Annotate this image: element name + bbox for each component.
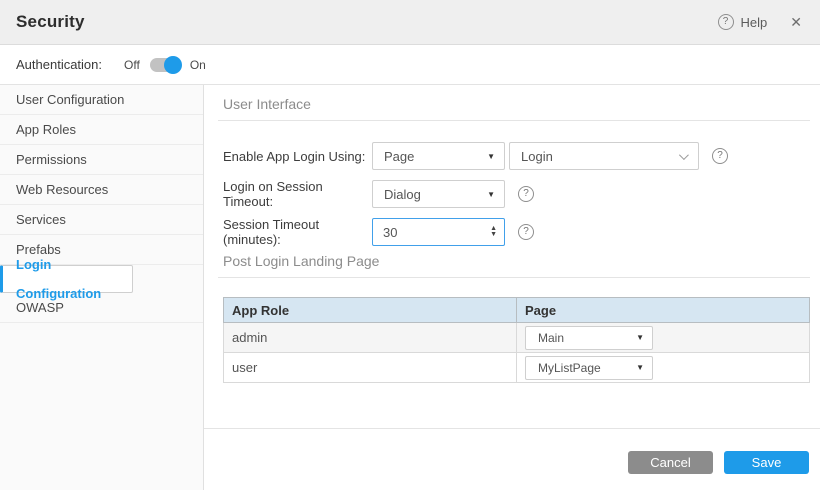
body: User Configuration App Roles Permissions… (0, 85, 820, 490)
field-row-session-timeout-login: Login on Session Timeout: Dialog ▼ ? (223, 180, 810, 208)
session-timeout-minutes-field: ▲ ▼ (372, 218, 505, 246)
section-title-post-login: Post Login Landing Page (223, 253, 810, 269)
dropdown-arrow-icon: ▼ (636, 333, 644, 342)
authentication-bar: Authentication: Off On (0, 45, 820, 85)
app-role-cell: user (224, 353, 517, 383)
app-login-type-select[interactable]: Page ▼ (372, 142, 505, 170)
sidebar-item-login-configuration[interactable]: Login Configuration (0, 265, 133, 293)
app-login-type-value: Page (384, 149, 414, 164)
sidebar: User Configuration App Roles Permissions… (0, 85, 204, 490)
number-stepper[interactable]: ▲ ▼ (490, 226, 497, 238)
table-row: admin Main ▼ (224, 323, 810, 353)
column-header-page: Page (517, 298, 810, 323)
help-icon[interactable]: ? (518, 224, 534, 240)
enable-app-login-label: Enable App Login Using: (223, 149, 372, 164)
table-header-row: App Role Page (224, 298, 810, 323)
session-timeout-minutes-input[interactable] (372, 218, 505, 246)
landing-page-select-user[interactable]: MyListPage ▼ (525, 356, 653, 380)
section-title-user-interface: User Interface (223, 96, 810, 112)
footer-divider (204, 428, 820, 429)
toggle-off-label: Off (124, 58, 140, 72)
post-login-landing-table: App Role Page admin Main ▼ (223, 297, 810, 383)
sidebar-item-services[interactable]: Services (0, 205, 203, 235)
authentication-toggle[interactable] (150, 58, 180, 72)
dropdown-arrow-icon: ▼ (636, 363, 644, 372)
authentication-label: Authentication: (16, 57, 102, 72)
security-settings-panel: Security ? Help ✕ Authentication: Off On… (0, 0, 820, 490)
field-row-session-timeout-minutes: Session Timeout (minutes): ▲ ▼ ? (223, 218, 810, 246)
section-divider (218, 277, 810, 278)
main-content: User Interface Enable App Login Using: P… (204, 85, 820, 490)
close-icon[interactable]: ✕ (790, 14, 802, 31)
chevron-down-icon (679, 150, 689, 160)
app-login-page-combobox[interactable]: Login (509, 142, 699, 170)
page-cell: Main ▼ (517, 323, 810, 353)
stepper-down-icon[interactable]: ▼ (490, 232, 497, 238)
cancel-button[interactable]: Cancel (628, 451, 713, 474)
dropdown-arrow-icon: ▼ (487, 152, 495, 161)
help-icon[interactable]: ? (712, 148, 728, 164)
landing-page-value: MyListPage (538, 361, 601, 375)
session-timeout-login-label: Login on Session Timeout: (223, 179, 372, 209)
toggle-knob-icon (164, 56, 182, 74)
session-timeout-login-select[interactable]: Dialog ▼ (372, 180, 505, 208)
table-row: user MyListPage ▼ (224, 353, 810, 383)
footer-actions: Cancel Save (628, 451, 809, 474)
sidebar-item-app-roles[interactable]: App Roles (0, 115, 203, 145)
header: Security ? Help ✕ (0, 0, 820, 45)
header-actions: ? Help ✕ (718, 14, 802, 31)
dropdown-arrow-icon: ▼ (487, 190, 495, 199)
field-row-enable-app-login: Enable App Login Using: Page ▼ Login ? (223, 142, 810, 170)
column-header-app-role: App Role (224, 298, 517, 323)
toggle-on-label: On (190, 58, 206, 72)
landing-page-select-admin[interactable]: Main ▼ (525, 326, 653, 350)
session-timeout-minutes-label: Session Timeout (minutes): (223, 217, 372, 247)
sidebar-item-permissions[interactable]: Permissions (0, 145, 203, 175)
help-link[interactable]: Help (741, 15, 768, 30)
app-role-cell: admin (224, 323, 517, 353)
help-icon[interactable]: ? (518, 186, 534, 202)
section-divider (218, 120, 810, 121)
session-timeout-login-value: Dialog (384, 187, 421, 202)
page-cell: MyListPage ▼ (517, 353, 810, 383)
landing-page-value: Main (538, 331, 564, 345)
sidebar-item-user-configuration[interactable]: User Configuration (0, 85, 203, 115)
help-icon[interactable]: ? (718, 14, 734, 30)
page-title: Security (16, 12, 85, 32)
sidebar-item-web-resources[interactable]: Web Resources (0, 175, 203, 205)
save-button[interactable]: Save (724, 451, 809, 474)
app-login-page-value: Login (521, 149, 553, 164)
